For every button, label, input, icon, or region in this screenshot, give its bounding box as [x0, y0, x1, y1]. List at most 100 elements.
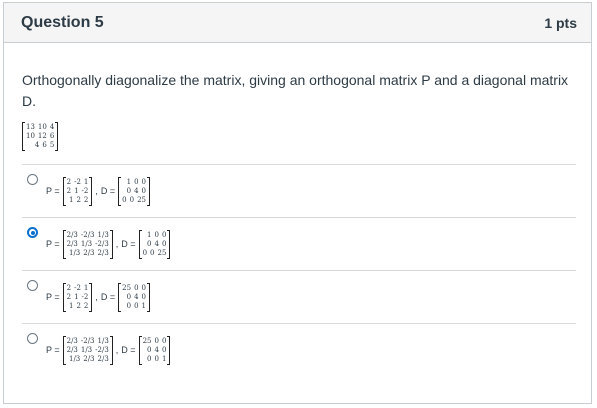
answer-equation: P = 2/3 -2/3 1/3 2/3 1/3 -2/3 1/3 2/3 2/3, D = 25 0 0… [46, 335, 171, 365]
matrix-cell: 2 [76, 195, 81, 204]
radio-unselected[interactable] [27, 280, 38, 291]
matrix-rows: 25 0 0 0 4 0 0 0 1 [121, 283, 147, 312]
matrix-cell: 0 [141, 283, 147, 292]
matrix-cell: 0 [126, 292, 132, 301]
matrix-cell: 5 [49, 141, 55, 149]
matrix-cell: 0 [161, 239, 167, 248]
radio-selected[interactable] [27, 227, 38, 238]
matrix-cell: 1 [141, 301, 147, 310]
matrix-row: 2 1 -2 [67, 293, 89, 302]
matrix-cell: 25 [157, 248, 167, 257]
matrix-cell: 2 [76, 301, 81, 310]
matrix-cell: 0 [134, 301, 139, 310]
d-matrix: 25 0 0 0 4 0 0 0 1 [118, 282, 151, 312]
matrix-row: 122 [67, 301, 89, 311]
matrix-cell: 0 [141, 292, 147, 301]
matrix-row: 13 10 4 [26, 123, 54, 132]
radio-unselected[interactable] [27, 174, 38, 185]
matrix-row: 0 0 25 [143, 249, 167, 258]
matrix-right-bracket [167, 229, 171, 259]
matrix-cell: -2 [74, 177, 81, 186]
matrix-cell: 1 [161, 354, 167, 363]
matrix-row: 040 [122, 293, 146, 302]
radio-unselected[interactable] [27, 333, 38, 344]
question-body: Orthogonally diagonalize the matrix, giv… [4, 70, 591, 376]
matrix-cell: 1 [68, 301, 74, 310]
answer-option-1[interactable]: P = 2 -2 1 2 1 -2 1 2 2, D = 1 0 0 0 4 0 0 0 25 [22, 164, 576, 217]
matrix-cell: 0 [147, 239, 152, 248]
matrix-cell: 6 [49, 132, 55, 140]
matrix-row: 2/3 1/3 -2/3 [67, 346, 109, 355]
d-label: D = [100, 186, 116, 196]
matrix-cell: -2/3 [95, 239, 109, 248]
matrix-row: 25 0 0 [143, 337, 167, 346]
d-matrix: 25 0 0 0 4 0 0 0 1 [138, 335, 171, 365]
matrix-cell: 2 [66, 177, 72, 186]
matrix-cell: 2 [66, 283, 72, 292]
matrix-cell: 2/3 [66, 230, 78, 239]
matrix-cell: -2/3 [95, 345, 109, 354]
matrix-cell: -2 [81, 292, 89, 301]
matrix-cell: 1 [126, 177, 132, 186]
matrix-cell: 2/3 [83, 248, 95, 257]
matrix-cell: 0 [129, 195, 135, 204]
matrix-rows: 1 0 0 0 4 0 0 0 25 [142, 230, 168, 259]
comma-separator: , [95, 292, 98, 302]
matrix-cell: 0 [134, 177, 139, 186]
matrix-cell: 0 [141, 177, 147, 186]
matrix-rows: 1 0 0 0 4 0 0 0 25 [121, 177, 147, 206]
given-matrix: 13 10 4 10 12 6 4 6 5 [22, 122, 59, 151]
matrix-cell: 25 [137, 195, 147, 204]
matrix-right-bracket [167, 335, 171, 365]
matrix-cell: 0 [122, 195, 127, 204]
p-label: P = [46, 186, 60, 196]
matrix-rows: 25 0 0 0 4 0 0 0 1 [142, 336, 168, 365]
matrix-rows: 2/3 -2/3 1/3 2/3 1/3 -2/3 1/3 2/3 2/3 [66, 230, 110, 259]
p-label: P = [46, 239, 60, 249]
question-prompt: Orthogonally diagonalize the matrix, giv… [22, 72, 569, 109]
matrix-row: 1/3 2/3 2/3 [67, 249, 109, 258]
matrix-cell: 0 [147, 354, 152, 363]
matrix-cell: 2 [66, 292, 72, 301]
matrix-cell: 10 [37, 123, 47, 131]
answer-option-4[interactable]: P = 2/3 -2/3 1/3 2/3 1/3 -2/3 1/3 2/3 2/3, D = 25 0 0… [22, 323, 576, 376]
matrix-cell: 2/3 [66, 239, 78, 248]
answer-equation: P = 2/3 -2/3 1/3 2/3 1/3 -2/3 1/3 2/3 2/3, D = 1 0 0 0… [46, 229, 171, 259]
question-card: Question 5 1 pts Orthogonally diagonaliz… [3, 2, 592, 404]
matrix-cell: 0 [154, 336, 159, 345]
matrix-row: 2 1 -2 [67, 187, 89, 196]
answer-option-3[interactable]: P = 2 -2 1 2 1 -2 1 2 2, D = 25 0 0 0 4 0 0 0 1 [22, 270, 576, 323]
matrix-cell: 0 [134, 283, 139, 292]
matrix-row: 001 [143, 354, 167, 364]
matrix-cell: -2 [81, 186, 89, 195]
p-label: P = [46, 345, 60, 355]
matrix-cell: 1 [74, 186, 79, 195]
p-matrix: 2 -2 1 2 1 -2 1 2 2 [62, 176, 93, 206]
matrix-cell: -2/3 [80, 230, 95, 239]
matrix-right-bracket [89, 282, 93, 312]
matrix-cell: 0 [142, 248, 148, 257]
matrix-cell: 2/3 [66, 336, 78, 345]
matrix-row: 100 [143, 231, 166, 240]
matrix-cell: 25 [122, 283, 132, 292]
matrix-row: 2 -2 1 [67, 284, 89, 293]
matrix-cell: 1 [68, 195, 74, 204]
matrix-row: 0 0 25 [122, 196, 146, 205]
answer-option-2[interactable]: P = 2/3 -2/3 1/3 2/3 1/3 -2/3 1/3 2/3 2/3, D = 1 0 0 0… [22, 217, 576, 270]
matrix-cell: 2 [83, 301, 89, 310]
matrix-cell: 0 [161, 336, 167, 345]
d-label: D = [121, 345, 136, 355]
matrix-cell: 1 [74, 292, 79, 301]
matrix-row: 100 [122, 178, 146, 187]
matrix-cell: 4 [134, 186, 139, 195]
matrix-right-bracket [147, 176, 151, 206]
matrix-cell: 2/3 [66, 345, 78, 354]
matrix-cell: 2 [66, 186, 72, 195]
matrix-row: 122 [67, 195, 88, 205]
d-matrix: 1 0 0 0 4 0 0 0 25 [118, 176, 151, 206]
p-matrix: 2/3 -2/3 1/3 2/3 1/3 -2/3 1/3 2/3 2/3 [62, 335, 113, 365]
p-matrix: 2 -2 1 2 1 -2 1 2 2 [62, 282, 93, 312]
matrix-row: 25 0 0 [122, 284, 146, 293]
matrix-right-bracket [109, 335, 113, 365]
matrix-cell: 0 [154, 354, 159, 363]
